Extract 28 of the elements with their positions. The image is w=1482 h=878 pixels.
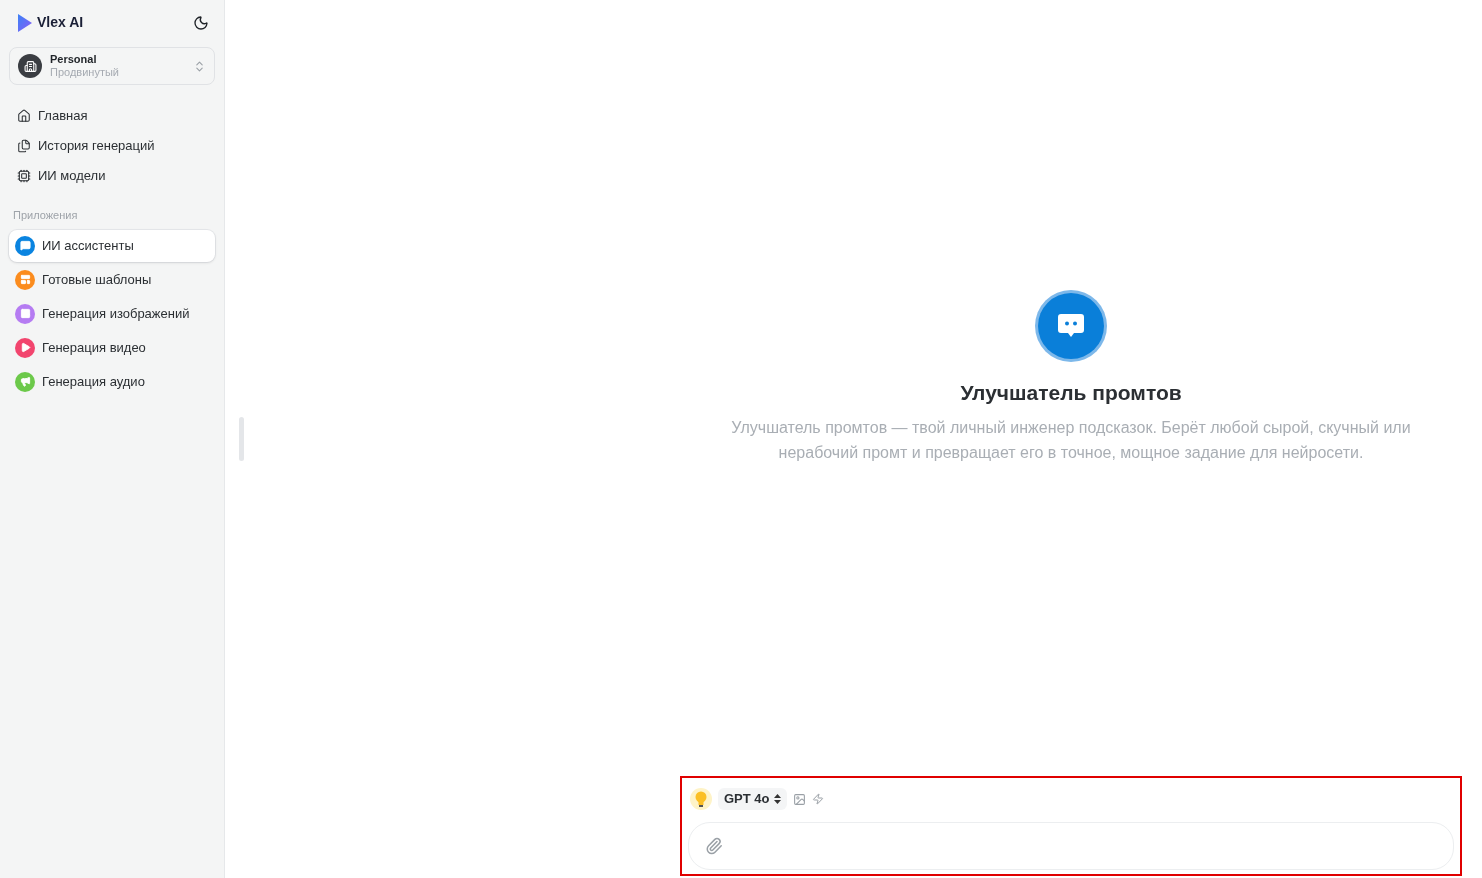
sort-caret-icon xyxy=(773,794,781,804)
image-icon[interactable] xyxy=(792,792,806,806)
app-item[interactable]: Готовые шаблоны xyxy=(9,263,215,296)
workspace-switcher[interactable]: Personal Продвинутый xyxy=(9,47,215,85)
model-selector[interactable]: GPT 4o xyxy=(718,788,787,810)
resize-handle[interactable] xyxy=(239,417,244,461)
lightning-icon[interactable] xyxy=(811,793,824,805)
documents-icon xyxy=(17,139,31,153)
assistant-description: Улучшатель промтов — твой личный инженер подсказок. Берёт любой сырой, скучный или нерабочий промт и превращает его в точное, мощное задание для нейросети. xyxy=(730,417,1412,463)
lightbulb-icon[interactable] xyxy=(690,788,712,810)
app-item[interactable]: Генерация изображений xyxy=(9,297,215,330)
brand-name: Vlex AI xyxy=(37,13,84,32)
assistant-title: Улучшатель промтов xyxy=(960,380,1182,406)
app-item[interactable]: ИИ ассистенты xyxy=(9,229,215,262)
section-title: Приложения xyxy=(12,208,79,223)
app-item[interactable]: Генерация видео xyxy=(9,331,215,364)
nav-item[interactable]: Главная xyxy=(9,101,215,131)
nav-item[interactable]: История генераций xyxy=(9,131,215,161)
message-input[interactable] xyxy=(688,822,1454,870)
attach-icon[interactable] xyxy=(705,837,723,855)
logo-icon xyxy=(17,12,33,33)
chat-icon xyxy=(1038,293,1104,359)
building-icon xyxy=(18,54,42,78)
app-item[interactable]: Генерация аудио xyxy=(9,365,215,398)
nav-item[interactable]: ИИ модели xyxy=(9,161,215,191)
chevrons-icon xyxy=(193,59,206,73)
home-icon xyxy=(17,109,31,123)
chip-icon xyxy=(17,169,31,183)
